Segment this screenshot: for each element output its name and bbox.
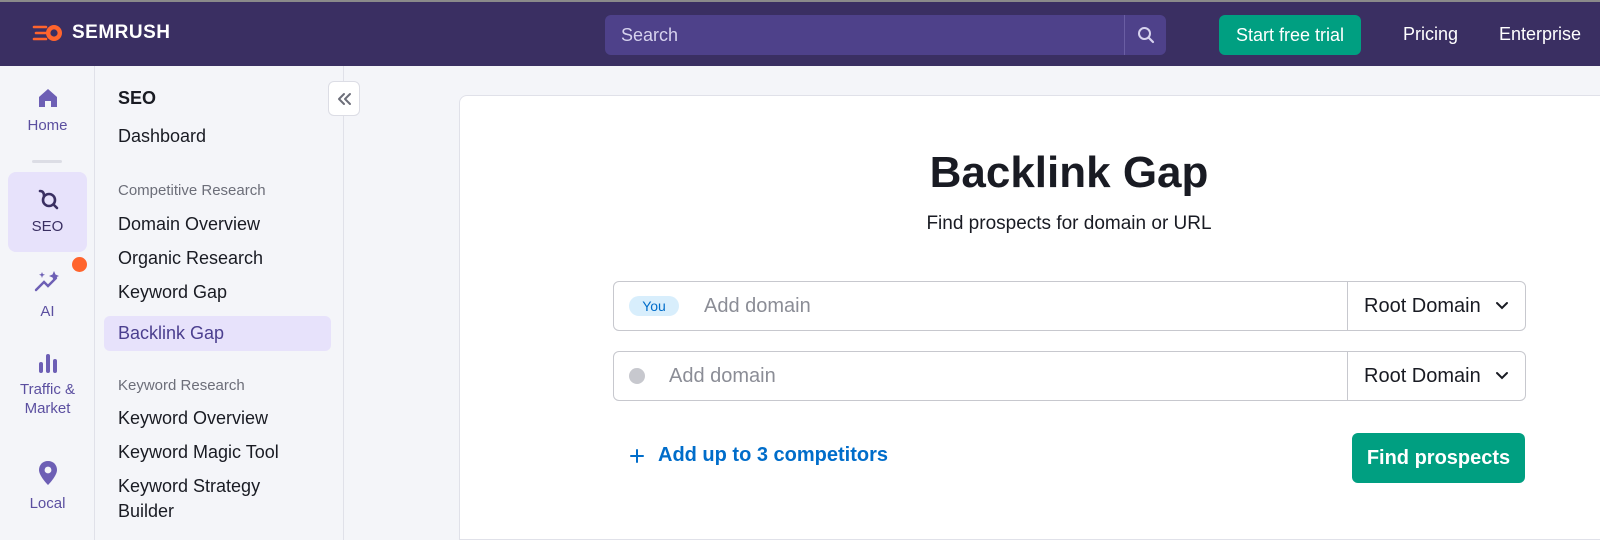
chevron-down-icon: [1496, 372, 1508, 380]
rail-item-seo[interactable]: SEO: [8, 172, 87, 252]
subnav-item-domain-overview[interactable]: Domain Overview: [118, 212, 260, 237]
section-keyword-research: Keyword Research: [118, 377, 245, 394]
home-icon: [38, 89, 57, 107]
subnav-item-organic-research[interactable]: Organic Research: [118, 246, 263, 271]
seo-subnav: SEO Dashboard Competitive Research Domai…: [95, 66, 344, 540]
rail-item-local[interactable]: Local: [8, 460, 87, 520]
pricing-link[interactable]: Pricing: [1403, 24, 1458, 45]
rail-item-home[interactable]: Home: [8, 86, 87, 142]
rail-label-traffic-market: Traffic & Market: [19, 381, 75, 417]
chevron-down-icon: [1496, 302, 1508, 310]
search-button[interactable]: [1124, 15, 1166, 55]
add-competitors-label: Add up to 3 competitors: [658, 444, 888, 466]
competitor-domain-scope-select[interactable]: Root Domain: [1347, 352, 1525, 400]
plus-icon: [630, 448, 644, 463]
rail-label-ai: AI: [40, 303, 55, 320]
subnav-item-keyword-overview[interactable]: Keyword Overview: [118, 406, 268, 431]
subnav-item-keyword-strategy-builder[interactable]: Keyword Strategy Builder: [118, 474, 298, 524]
subnav-item-backlink-gap[interactable]: Backlink Gap: [104, 316, 331, 351]
location-pin-icon: [38, 461, 57, 485]
subnav-title: SEO: [118, 88, 157, 108]
collapse-sidebar-button[interactable]: [328, 81, 360, 116]
rail-item-traffic-market[interactable]: Traffic & Market: [8, 352, 87, 422]
competitor-domain-row: Root Domain: [613, 351, 1526, 401]
scope-select-value: Root Domain: [1364, 364, 1481, 387]
rail-label-seo: SEO: [31, 218, 64, 235]
add-competitors-button[interactable]: Add up to 3 competitors: [630, 444, 888, 467]
section-competitive-research: Competitive Research: [118, 182, 266, 199]
competitor-domain-input[interactable]: [669, 364, 1347, 388]
notification-dot: [72, 257, 87, 272]
rail-label-local: Local: [29, 495, 66, 512]
rail-label-home: Home: [27, 117, 68, 134]
scope-select-value: Root Domain: [1364, 294, 1481, 317]
search-icon: [1137, 27, 1154, 44]
your-domain-scope-select[interactable]: Root Domain: [1347, 282, 1525, 330]
semrush-logo[interactable]: SEMRUSH: [32, 22, 171, 44]
you-badge: You: [629, 296, 679, 316]
sparkles-icon: [34, 271, 59, 292]
rail-item-ai[interactable]: AI: [8, 270, 87, 330]
competitor-color-dot: [629, 368, 645, 384]
double-chevron-left-icon: [338, 92, 351, 105]
start-free-trial-button[interactable]: Start free trial: [1219, 15, 1361, 55]
seo-icon: [38, 189, 58, 210]
your-domain-row: You Root Domain: [613, 281, 1526, 331]
semrush-flame-icon: [32, 25, 62, 41]
icon-rail: Home SEO AI Traffic & Market Local: [0, 66, 95, 540]
enterprise-link[interactable]: Enterprise: [1499, 24, 1581, 45]
find-prospects-button[interactable]: Find prospects: [1352, 433, 1525, 483]
top-bar: SEMRUSH Start free trial Pricing Enterpr…: [0, 0, 1600, 66]
page-subtitle: Find prospects for domain or URL: [926, 213, 1212, 234]
subnav-item-keyword-magic-tool[interactable]: Keyword Magic Tool: [118, 440, 279, 465]
rail-divider: [32, 160, 62, 163]
your-domain-input[interactable]: [704, 294, 1347, 318]
brand-name: SEMRUSH: [72, 22, 171, 43]
page-title: Backlink Gap: [929, 148, 1209, 197]
search-input[interactable]: [605, 15, 1124, 55]
search-bar: [605, 15, 1166, 55]
subnav-item-keyword-gap[interactable]: Keyword Gap: [118, 280, 227, 305]
subnav-item-dashboard[interactable]: Dashboard: [118, 124, 206, 149]
bar-chart-icon: [38, 354, 57, 373]
backlink-gap-card: Backlink Gap Find prospects for domain o…: [459, 95, 1600, 540]
